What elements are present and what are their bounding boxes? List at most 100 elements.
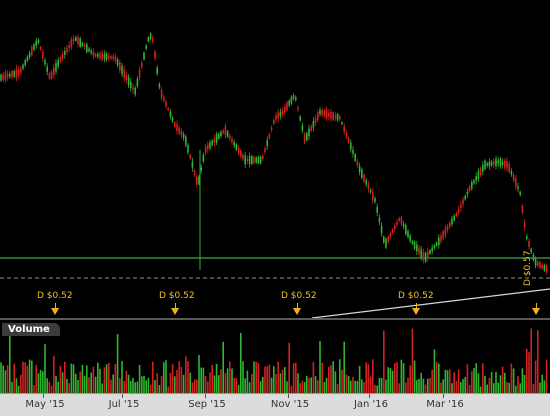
dividend-arrow-icon[interactable]	[532, 308, 540, 315]
volume-bar	[66, 378, 68, 393]
candle-body	[105, 53, 108, 60]
volume-bar	[444, 369, 447, 393]
volume-bar	[4, 370, 7, 393]
candle-body	[136, 78, 139, 87]
candle-body	[541, 264, 543, 269]
candle-body	[433, 245, 436, 249]
volume-bar	[79, 371, 81, 393]
candle-body	[429, 250, 431, 254]
candle-body	[277, 112, 279, 119]
candle-body	[343, 125, 345, 132]
candle-body	[185, 136, 187, 146]
volume-bar	[97, 362, 99, 393]
volume-bar	[92, 366, 95, 393]
volume-bar	[154, 380, 156, 393]
candle-body	[215, 134, 218, 143]
volume-bar	[466, 364, 469, 393]
candle-body	[367, 184, 370, 189]
volume-bar	[284, 367, 286, 393]
volume-bar	[424, 384, 427, 393]
volume-bar	[103, 367, 106, 393]
candle-body	[213, 138, 216, 143]
volume-bar	[541, 374, 543, 393]
candle-body	[508, 163, 510, 172]
dividend-arrow-icon[interactable]	[293, 308, 301, 315]
candle-body	[37, 39, 40, 43]
candle-body	[99, 53, 101, 59]
volume-bar	[468, 384, 471, 393]
volume-bar	[237, 385, 240, 393]
volume-bar	[532, 384, 535, 393]
volume-bar	[308, 378, 310, 393]
candle-body	[262, 156, 264, 159]
dividend-arrow-icon[interactable]	[171, 308, 179, 315]
volume-bar	[292, 363, 295, 393]
volume-bar	[310, 377, 312, 393]
volume-bar	[277, 361, 279, 393]
candle-body	[59, 57, 62, 62]
volume-bar	[264, 366, 266, 393]
candle-body	[396, 222, 398, 225]
volume-bar	[317, 380, 319, 393]
candle-body	[6, 73, 9, 78]
candle-body	[204, 146, 207, 153]
volume-bar	[493, 383, 495, 393]
candle-body	[141, 62, 143, 68]
time-axis[interactable]: May '15 Jul '15 Sep '15 Nov '15 Jan '16 …	[0, 393, 550, 416]
candle-body	[275, 115, 277, 120]
volume-bar	[332, 361, 334, 393]
candle-body	[321, 110, 323, 116]
candle-body	[416, 244, 418, 252]
volume-bar	[57, 381, 59, 393]
candle-body	[325, 109, 328, 119]
volume-bar	[303, 382, 306, 393]
candle-body	[270, 127, 273, 131]
candle-body	[66, 47, 68, 52]
volume-chart-panel[interactable]	[0, 320, 550, 393]
candle-body	[361, 169, 363, 178]
candle-body	[279, 111, 282, 117]
candle-body	[438, 237, 440, 246]
candle-body	[431, 247, 433, 252]
volume-bar	[378, 377, 381, 393]
volume-bar	[519, 383, 521, 393]
volume-bar	[143, 376, 145, 393]
volume-bar	[457, 369, 460, 393]
candle-body	[292, 95, 295, 99]
volume-bar	[543, 380, 546, 393]
volume-bar	[169, 372, 172, 393]
candle-body	[301, 125, 304, 131]
candle-body	[145, 45, 147, 49]
volume-bar	[253, 361, 255, 393]
volume-bar	[123, 381, 125, 393]
candle-body	[519, 191, 521, 195]
volume-bar	[233, 377, 235, 393]
candle-body	[539, 261, 541, 269]
dividend-arrow-icon[interactable]	[51, 308, 59, 315]
candle-body	[57, 60, 59, 67]
candle-body	[306, 133, 308, 141]
candle-body	[15, 68, 18, 78]
candle-body	[224, 126, 227, 135]
volume-bar	[174, 376, 176, 393]
candle-body	[237, 147, 240, 154]
candle-body	[328, 112, 330, 117]
candle-body	[90, 50, 92, 53]
volume-bar	[61, 372, 64, 393]
candle-body	[354, 154, 356, 161]
candle-body	[376, 206, 378, 213]
candle-body	[297, 107, 299, 110]
volume-bar	[477, 373, 480, 393]
volume-bar	[257, 362, 260, 393]
volume-bar	[48, 381, 51, 393]
candle-body	[290, 96, 293, 104]
dividend-arrow-icon[interactable]	[412, 308, 420, 315]
candle-body	[486, 163, 488, 166]
volume-bar	[295, 362, 297, 393]
price-chart-panel[interactable]: D $0.52 D $0.52 D $0.52 D $0.52 D $0.57	[0, 0, 550, 318]
axis-tick	[205, 394, 206, 398]
volume-bar	[387, 367, 389, 393]
volume-bar	[431, 369, 433, 393]
candle-body	[455, 213, 458, 216]
volume-bar	[156, 373, 158, 393]
